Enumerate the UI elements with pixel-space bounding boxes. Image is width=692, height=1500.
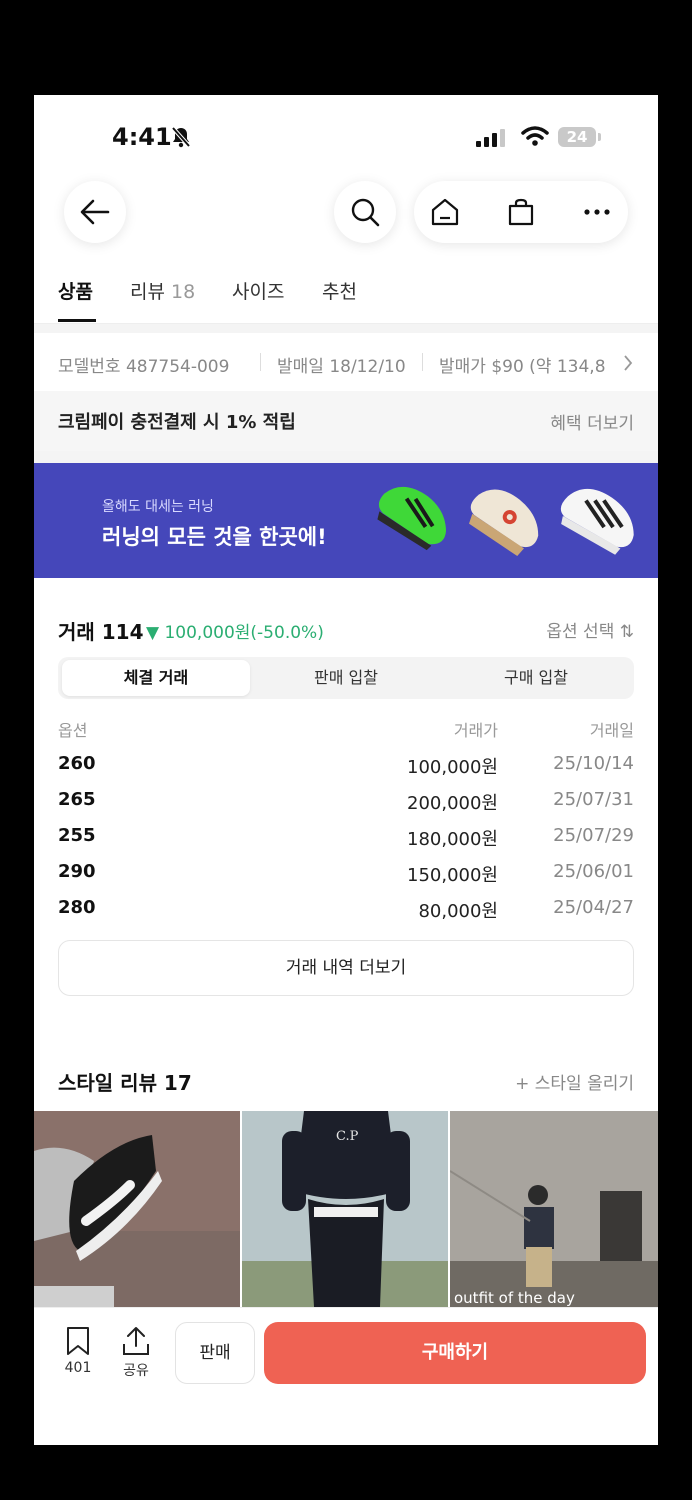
battery-tip xyxy=(598,133,601,141)
running-shoes-image xyxy=(377,486,634,557)
trade-segment-control: 체결 거래 판매 입찰 구매 입찰 xyxy=(58,657,634,699)
outfit-photo-image xyxy=(450,1111,658,1307)
tab-recommend[interactable]: 추천 xyxy=(322,277,357,304)
release-date: 발매일 18/12/10 xyxy=(277,357,406,377)
product-info-row[interactable]: 모델번호 487754-009 발매일 18/12/10 발매가 $90 (약 … xyxy=(34,333,658,391)
style-photo[interactable]: C.P xyxy=(242,1111,448,1307)
tab-count: 18 xyxy=(171,281,196,303)
trade-history-more-button[interactable]: 거래 내역 더보기 xyxy=(58,940,634,996)
row-price: 200,000원 xyxy=(407,793,498,814)
status-bar: 4:41 24 xyxy=(34,95,658,175)
home-icon xyxy=(431,198,459,226)
section-divider xyxy=(34,451,658,463)
bookmark-icon xyxy=(67,1327,89,1355)
benefit-row[interactable]: 크림페이 충전결제 시 1% 적립 혜택 더보기 xyxy=(34,391,658,451)
cart-button[interactable] xyxy=(490,181,552,243)
share-label: 공유 xyxy=(123,1363,149,1379)
row-date: 25/07/29 xyxy=(553,825,634,846)
more-menu-button[interactable] xyxy=(566,181,628,243)
divider xyxy=(260,353,261,371)
row-date: 25/10/14 xyxy=(553,753,634,774)
benefit-text: 크림페이 충전결제 시 1% 적립 xyxy=(58,412,296,433)
row-date: 25/06/01 xyxy=(553,861,634,882)
tab-review[interactable]: 리뷰 18 xyxy=(130,277,195,304)
home-button[interactable] xyxy=(414,181,476,243)
segment-concluded[interactable]: 체결 거래 xyxy=(62,660,250,696)
active-tab-indicator xyxy=(58,319,96,322)
banner-title: 러닝의 모든 것을 한곳에! xyxy=(102,525,327,549)
tab-label: 상품 xyxy=(58,281,93,303)
option-select-button[interactable]: 옵션 선택 ⇅ xyxy=(546,617,634,642)
tab-size[interactable]: 사이즈 xyxy=(232,277,284,304)
tab-label: 사이즈 xyxy=(232,281,285,303)
row-size: 280 xyxy=(58,897,96,918)
promo-banner[interactable]: 올해도 대세는 러닝 러닝의 모든 것을 한곳에! xyxy=(34,463,658,578)
row-size: 255 xyxy=(58,825,96,846)
row-date: 25/04/27 xyxy=(553,897,634,918)
table-row: 290 150,000원 25/06/01 xyxy=(34,855,658,891)
search-icon xyxy=(351,198,380,227)
photo-caption: outfit of the day xyxy=(454,1289,575,1307)
table-row: 265 200,000원 25/07/31 xyxy=(34,783,658,819)
table-row: 255 180,000원 25/07/29 xyxy=(34,819,658,855)
segment-buy-bids[interactable]: 구매 입찰 xyxy=(442,660,630,696)
shopping-bag-icon xyxy=(508,198,534,226)
section-tabs: 상품 리뷰 18 사이즈 추천 xyxy=(34,273,658,324)
row-price: 150,000원 xyxy=(407,865,498,886)
bottom-action-bar: 401 공유 판매 구매하기 xyxy=(34,1307,658,1445)
style-review-title: 스타일 리뷰 17 xyxy=(58,1071,192,1095)
tab-label: 리뷰 xyxy=(130,281,165,303)
row-size: 290 xyxy=(58,861,96,882)
nav-action-group xyxy=(414,181,628,243)
banner-subtitle: 올해도 대세는 러닝 xyxy=(102,499,214,515)
shoe-photo-image xyxy=(34,1111,240,1307)
column-header-price: 거래가 xyxy=(453,721,498,740)
segment-sell-bids[interactable]: 판매 입찰 xyxy=(252,660,440,696)
row-size: 265 xyxy=(58,789,96,810)
battery-indicator: 24 xyxy=(558,127,596,147)
column-header-option: 옵션 xyxy=(58,721,88,740)
wifi-icon xyxy=(521,126,549,146)
row-price: 100,000원 xyxy=(407,757,498,778)
search-button[interactable] xyxy=(334,181,396,243)
style-photo[interactable]: outfit of the day xyxy=(450,1111,658,1307)
price-change: ▼ 100,000원(-50.0%) xyxy=(146,623,324,643)
tab-product[interactable]: 상품 xyxy=(58,277,93,304)
release-price: 발매가 $90 (약 134,8 xyxy=(439,357,606,377)
row-price: 80,000원 xyxy=(418,901,498,922)
cellular-signal-icon xyxy=(476,129,505,147)
hoodie-print: C.P xyxy=(336,1129,359,1144)
style-upload-button[interactable]: + 스타일 올리기 xyxy=(515,1069,634,1094)
benefit-more-link[interactable]: 혜택 더보기 xyxy=(550,409,634,434)
status-time: 4:41 xyxy=(112,123,172,151)
bookmark-button[interactable]: 401 xyxy=(56,1326,100,1376)
row-date: 25/07/31 xyxy=(553,789,634,810)
chevron-right-icon xyxy=(624,355,633,371)
arrow-left-icon xyxy=(80,199,110,225)
trade-count-title: 거래 114 xyxy=(58,620,144,644)
table-row: 260 100,000원 25/10/14 xyxy=(34,747,658,783)
tab-label: 추천 xyxy=(322,281,357,303)
bell-muted-icon xyxy=(171,126,191,148)
row-size: 260 xyxy=(58,753,96,774)
share-button[interactable]: 공유 xyxy=(114,1326,158,1380)
more-horizontal-icon xyxy=(584,209,610,215)
share-icon xyxy=(123,1327,149,1355)
model-number: 모델번호 487754-009 xyxy=(58,357,230,377)
divider xyxy=(422,353,423,371)
style-photo[interactable] xyxy=(34,1111,240,1307)
sell-button[interactable]: 판매 xyxy=(175,1322,255,1384)
app-screen: 4:41 24 상품 리뷰 18 사이즈 추천 모델번호 487754-009 … xyxy=(34,95,658,1445)
table-row: 280 80,000원 25/04/27 xyxy=(34,891,658,927)
buy-button[interactable]: 구매하기 xyxy=(264,1322,646,1384)
section-divider xyxy=(34,324,658,333)
bookmark-count: 401 xyxy=(64,1360,92,1376)
back-button[interactable] xyxy=(64,181,126,243)
column-header-date: 거래일 xyxy=(589,721,634,740)
style-photo-strip: C.P outfit of the day xyxy=(34,1111,658,1307)
row-price: 180,000원 xyxy=(407,829,498,850)
